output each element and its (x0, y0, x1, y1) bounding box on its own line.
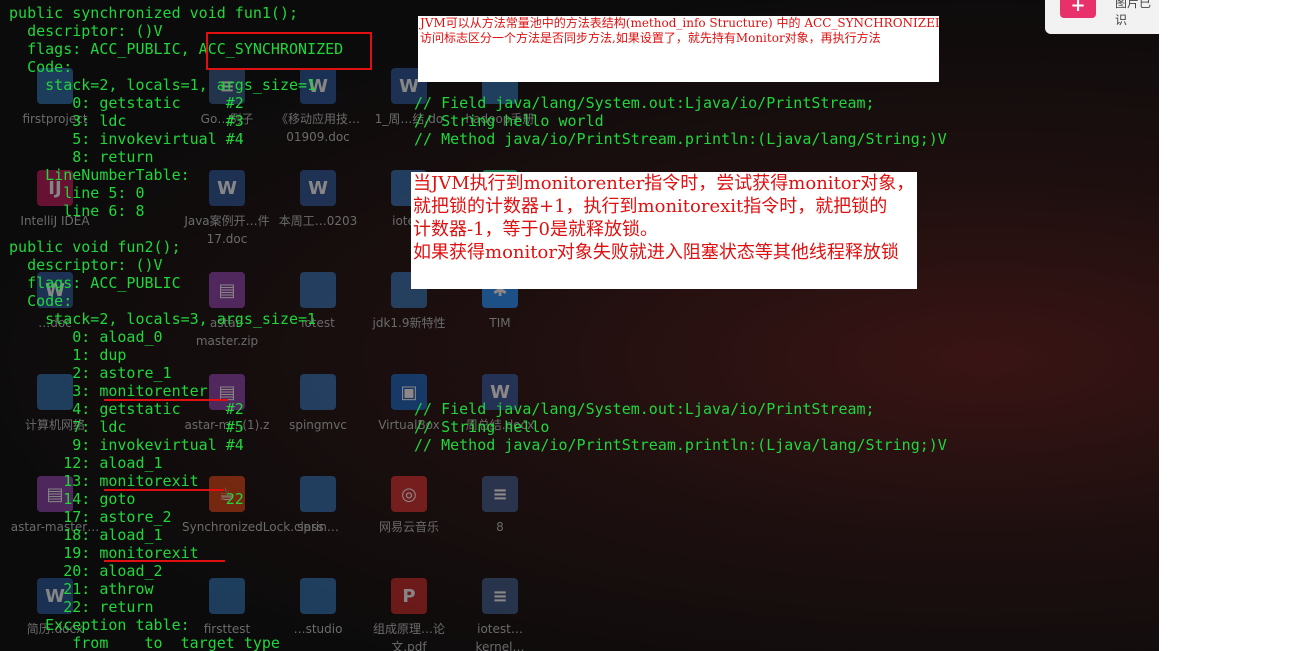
code-line: Code: (0, 58, 73, 76)
monitorexit-underline-2 (104, 560, 225, 562)
code-line: 18: aload_1 (0, 526, 163, 544)
code-comment: // Method java/io/PrintStream.println:(L… (414, 436, 947, 454)
netease-music-icon: ◎ (391, 476, 427, 512)
folder-icon (209, 578, 245, 614)
code-line: stack=2, locals=1, args_size=1 (0, 76, 317, 94)
desktop-icon-label: 本周工…0203 (278, 214, 358, 228)
desktop-icon-label: …studio (293, 622, 343, 636)
code-line: flags: ACC_PUBLIC (0, 274, 181, 292)
code-comment: // Method java/io/PrintStream.println:(L… (414, 130, 947, 148)
desktop-icon-label: 《移动应用技…01909.doc (275, 112, 360, 144)
desktop-icon[interactable]: …studio (273, 578, 363, 648)
terminal-window: firstproject ≡ Go…例子 W 《移动应用技…01909.doc W 1_周…… (0, 0, 1159, 651)
code-line: 12: aload_1 (0, 454, 163, 472)
code-line: public void fun2(); (0, 238, 181, 256)
desktop-icon[interactable]: ▤ astar-master.zip (182, 272, 272, 348)
code-line: 20: aload_2 (0, 562, 163, 580)
screenshot-toast[interactable]: + 图片已识 (1045, 0, 1159, 34)
zip-icon: ▤ (209, 272, 245, 308)
doc-icon: ≡ (482, 476, 518, 512)
desktop-icon[interactable]: spingmvc (273, 374, 363, 444)
desktop-icon-label: TIM (489, 316, 511, 330)
desktop-icon[interactable]: W 本周工…0203 (273, 170, 363, 240)
desktop-icon[interactable]: ◎ 网易云音乐 (364, 476, 454, 546)
toast-text: 图片已识 (1115, 0, 1152, 27)
code-line: 5: invokevirtual #4 (0, 130, 244, 148)
code-line: 21: athrow (0, 580, 154, 598)
code-line: 13: monitorexit (0, 472, 199, 490)
code-line: 9: invokevirtual #4 (0, 436, 244, 454)
desktop-icon[interactable]: ≡ iotest…kernel… (455, 578, 545, 651)
desktop-icon[interactable]: iotest (273, 272, 363, 342)
annotation-line: 当JVM执行到monitorenter指令时，尝试获得monitor对象， (413, 173, 915, 194)
desktop-icon-label: sprin… (297, 520, 339, 534)
word-icon: W (209, 170, 245, 206)
code-line: Code: (0, 292, 73, 310)
code-line: 3: ldc #3 (0, 112, 244, 130)
folder-icon (300, 578, 336, 614)
folder-icon (300, 272, 336, 308)
monitorenter-underline (104, 399, 228, 401)
code-line: 1: dup (0, 346, 127, 364)
code-line: 17: astore_2 (0, 508, 172, 526)
code-line: 8: return (0, 148, 154, 166)
monitor-annotation: 当JVM执行到monitorenter指令时，尝试获得monitor对象， 就把锁… (411, 172, 917, 289)
code-line: 3: monitorenter (0, 382, 208, 400)
code-comment: // String hello (414, 418, 550, 436)
code-line: Exception table: (0, 616, 190, 634)
word-icon: W (300, 170, 336, 206)
desktop-icon-label: 网易云音乐 (378, 520, 439, 534)
desktop-icon-label: iotest…kernel… (475, 622, 525, 651)
code-line: 0: getstatic #2 (0, 94, 244, 112)
monitorexit-underline-1 (104, 489, 224, 491)
desktop-icon[interactable]: P 组成原理…论文.pdf (364, 578, 454, 651)
acc-synchronized-annotation: JVM可以从方法常量池中的方法表结构(method_info Structure… (418, 16, 939, 82)
code-line: 0: aload_0 (0, 328, 163, 346)
desktop-icon-label: 8 (496, 520, 504, 534)
code-line: 22: return (0, 598, 154, 616)
code-line: line 6: 8 (0, 202, 145, 220)
code-line: descriptor: ()V (0, 256, 163, 274)
desktop-icon-label: spingmvc (289, 418, 347, 432)
acc-synchronized-highlight-box (206, 32, 372, 70)
desktop-icon[interactable]: sprin… (273, 476, 363, 546)
code-line: stack=2, locals=3, args_size=1 (0, 310, 317, 328)
desktop-icon-label: jdk1.9新特性 (372, 316, 446, 330)
folder-icon (300, 374, 336, 410)
folder-icon (300, 476, 336, 512)
code-line: 14: goto 22 (0, 490, 244, 508)
screenshot-icon: + (1060, 0, 1096, 18)
code-comment: // String hello world (414, 112, 604, 130)
code-comment: // Field java/lang/System.out:Ljava/io/P… (414, 400, 875, 418)
code-line: LineNumberTable: (0, 166, 190, 184)
annotation-line: JVM可以从方法常量池中的方法表结构(method_info Structure… (420, 16, 939, 30)
code-line: public synchronized void fun1(); (0, 4, 299, 22)
annotation-line: 计数器-1，等于0是就释放锁。 (413, 219, 658, 240)
code-line: descriptor: ()V (0, 22, 163, 40)
annotation-line: 访问标志区分一个方法是否同步方法,如果设置了，就先持有Monitor对象，再执行… (420, 31, 881, 45)
annotation-line: 如果获得monitor对象失败就进入阻塞状态等其他线程释放锁 (413, 242, 899, 263)
desktop-icon-label: Java案例开…件17.doc (184, 214, 270, 246)
desktop-icon[interactable]: ≡ 8 (455, 476, 545, 546)
desktop-icon-label: SynchronizedLock.class (182, 520, 324, 534)
code-line: 2: astore_1 (0, 364, 172, 382)
code-comment: // Field java/lang/System.out:Ljava/io/P… (414, 94, 875, 112)
desktop-icon[interactable]: W Java案例开…件17.doc (182, 170, 272, 246)
code-line: 4: getstatic #2 (0, 400, 244, 418)
code-line: line 5: 0 (0, 184, 145, 202)
desktop-icon-label: 组成原理…论文.pdf (372, 622, 445, 651)
annotation-line: 就把锁的计数器+1，执行到monitorexit指令时，就把锁的 (413, 196, 888, 217)
code-line: from to target type (0, 634, 280, 651)
doc-icon: ≡ (482, 578, 518, 614)
pdf-icon: P (391, 578, 427, 614)
code-line: 7: ldc #5 (0, 418, 244, 436)
